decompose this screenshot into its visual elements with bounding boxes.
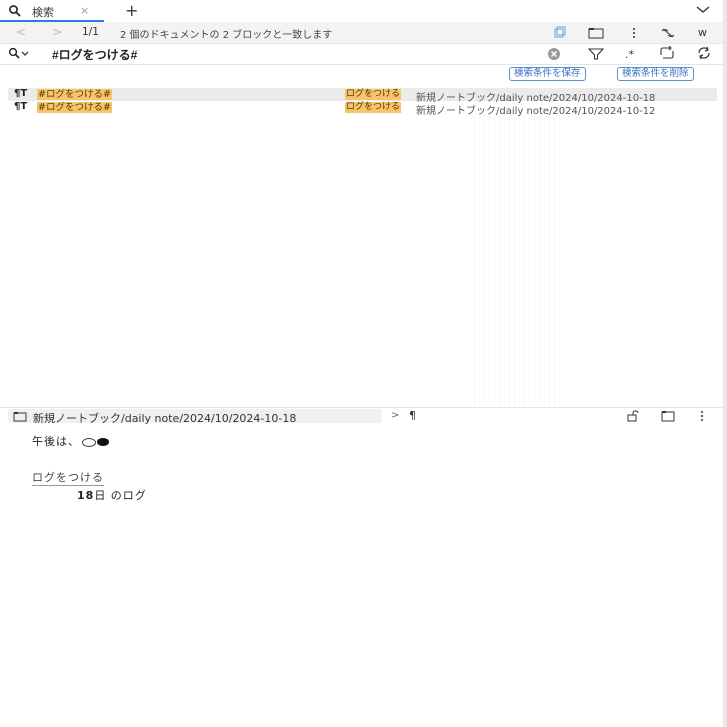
preview-text: 午後は、 <box>32 435 80 448</box>
tab-close-button[interactable]: × <box>80 4 89 17</box>
save-search-button[interactable]: 検索条件を保存 <box>509 67 586 81</box>
filled-circle-icon <box>97 438 109 446</box>
paragraph-icon: ¶T <box>14 88 28 99</box>
search-scope-icon[interactable] <box>8 47 32 61</box>
result-tag: ログをつける <box>345 102 402 113</box>
paragraph-icon[interactable]: ¶ <box>409 409 416 422</box>
preview-number: 18 <box>77 489 95 502</box>
document-icon <box>13 411 27 422</box>
preview-text: 日 のログ <box>94 489 147 502</box>
search-row: .* <box>0 43 727 65</box>
scrollbar[interactable] <box>723 0 727 727</box>
new-tab-button[interactable]: + <box>125 1 138 20</box>
delete-search-button[interactable]: 検索条件を削除 <box>617 67 694 81</box>
previous-page-button[interactable]: < <box>16 25 26 39</box>
preview-paragraph: 18日 のログ <box>77 487 147 503</box>
open-document-icon[interactable] <box>661 410 675 422</box>
result-row[interactable]: ¶T #ログをつける# ログをつける 新規ノートブック/daily note/2… <box>8 101 717 117</box>
folder-icon[interactable] <box>588 25 604 41</box>
result-tag: ログをつける <box>345 89 402 100</box>
paragraph-icon: ¶T <box>14 101 28 112</box>
regex-icon[interactable]: .* <box>624 46 640 60</box>
chevron-down-icon[interactable] <box>696 5 710 15</box>
refresh-icon[interactable] <box>696 46 712 60</box>
search-icon <box>8 4 22 18</box>
tab-bar: 検索 × + <box>0 0 727 23</box>
more-vertical-icon[interactable] <box>698 410 706 422</box>
wrap-toggle-button[interactable]: w <box>698 26 707 39</box>
pane-divider[interactable] <box>0 407 727 408</box>
breadcrumb-path: 新規ノートブック/daily note/2024/10/2024-10-18 <box>33 412 297 425</box>
unlock-icon[interactable] <box>626 410 640 422</box>
background-texture <box>470 116 560 406</box>
breadcrumb-separator: > <box>391 410 400 421</box>
next-page-button[interactable]: > <box>52 25 62 39</box>
page-indicator: 1/1 <box>82 26 99 38</box>
svg-text:.*: .* <box>625 48 634 60</box>
tab-label: 検索 <box>32 6 54 19</box>
preview-paragraph: 午後は、 <box>32 433 109 449</box>
result-row[interactable]: ¶T #ログをつける# ログをつける 新規ノートブック/daily note/2… <box>8 88 717 104</box>
unlink-icon[interactable] <box>660 25 676 41</box>
tag-link[interactable]: ログをつける <box>32 469 104 486</box>
more-vertical-icon[interactable] <box>626 25 642 41</box>
search-input[interactable] <box>50 46 534 62</box>
search-toolbar: < > 1/1 2 個のドキュメントの 2 ブロックと一致します w <box>0 22 727 44</box>
match-summary: 2 個のドキュメントの 2 ブロックと一致します <box>120 30 333 41</box>
result-text: #ログをつける# <box>37 102 112 113</box>
result-text: #ログをつける# <box>37 89 112 100</box>
result-path: 新規ノートブック/daily note/2024/10/2024-10-12 <box>416 106 656 117</box>
filter-icon[interactable] <box>588 47 604 61</box>
copy-icon[interactable] <box>552 25 568 41</box>
clear-icon[interactable] <box>547 47 561 61</box>
tab-search[interactable]: 検索 × <box>0 0 104 22</box>
breadcrumb[interactable]: 新規ノートブック/daily note/2024/10/2024-10-18 <box>8 409 382 425</box>
empty-circle-icon <box>82 437 96 447</box>
replace-icon[interactable] <box>658 46 676 60</box>
